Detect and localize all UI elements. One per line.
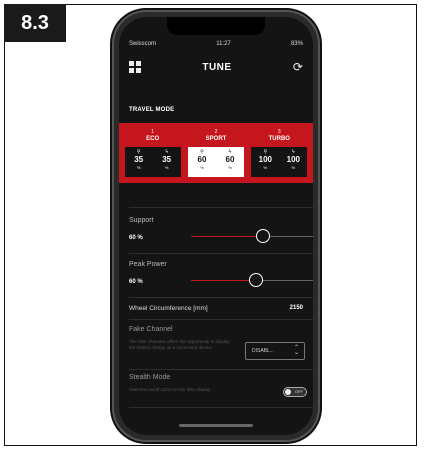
mode-values: ⚲ 35% ϟ 35% <box>124 147 181 177</box>
mode-values: ⚲ 60% ϟ 60% <box>187 147 244 177</box>
peak-value: 60 <box>225 155 235 164</box>
stealth-mode-description: Switches on/off LEDs on the bike display <box>129 387 211 392</box>
unit-label: % <box>228 165 232 170</box>
support-slider-track[interactable] <box>263 236 313 237</box>
nav-bar: TUNE ⟳ <box>129 59 303 75</box>
clock-label: 11:27 <box>216 41 231 47</box>
mode-name: TURBO <box>268 136 290 142</box>
app-screen: Swisscom 11:27 83% TUNE ⟳ TRAVEL MODE 1 … <box>119 17 313 435</box>
unit-label: % <box>164 165 169 170</box>
mode-values: ⚲ 100% ϟ 100% <box>251 147 308 177</box>
support-label: Support <box>129 217 154 224</box>
unit-label: % <box>291 165 296 170</box>
unit-label: % <box>136 165 141 170</box>
unit-label: % <box>263 165 268 170</box>
travel-mode-selector: 1 ECO ⚲ 35% ϟ 35% 2 SPORT ⚲ 60% ϟ 60% 3 TURB… <box>119 123 313 183</box>
toggle-knob <box>285 389 291 395</box>
battery-label: 83% <box>290 41 303 47</box>
chevron-updown-icon: ⌃ ⌄ <box>293 345 299 356</box>
phone-frame: Swisscom 11:27 83% TUNE ⟳ TRAVEL MODE 1 … <box>112 10 320 442</box>
unit-label: % <box>200 165 204 170</box>
grid-icon[interactable] <box>129 61 141 73</box>
support-slider-handle[interactable] <box>256 229 270 243</box>
support-value: 100 <box>258 155 272 164</box>
support-slider-fill <box>191 236 263 237</box>
wheel-circumference-label: Wheel Circumference [mm] <box>129 305 208 312</box>
mode-name: SPORT <box>205 136 227 142</box>
carrier-label: Swisscom <box>129 41 157 47</box>
mode-sport[interactable]: 2 SPORT ⚲ 60% ϟ 60% <box>184 127 247 179</box>
support-value: 60 <box>197 155 207 164</box>
toggle-state-label: OFF <box>295 389 303 394</box>
peak-power-slider-fill <box>191 280 256 281</box>
divider <box>129 297 313 298</box>
travel-mode-header: TRAVEL MODE <box>129 107 175 113</box>
status-bar: Swisscom 11:27 83% <box>129 41 303 51</box>
divider <box>129 319 313 320</box>
peak-power-slider-handle[interactable] <box>249 273 263 287</box>
peak-power-label: Peak Power <box>129 261 167 268</box>
mode-number: 1 <box>151 129 155 135</box>
home-indicator <box>179 424 253 427</box>
peak-power-value-label: 60 % <box>129 279 143 285</box>
divider <box>129 369 313 370</box>
mode-eco[interactable]: 1 ECO ⚲ 35% ϟ 35% <box>121 127 184 179</box>
mode-name: ECO <box>146 136 160 142</box>
support-value: 35 <box>134 155 144 164</box>
mode-number: 3 <box>277 129 281 135</box>
fake-channel-label: Fake Channel <box>129 326 173 333</box>
mode-number: 2 <box>214 129 218 135</box>
fake-channel-selected: DISABL... <box>252 348 274 354</box>
refresh-icon[interactable]: ⟳ <box>293 61 303 73</box>
divider <box>129 207 313 208</box>
figure-label: 8.3 <box>4 4 66 42</box>
page-title: TUNE <box>202 61 232 73</box>
mode-turbo[interactable]: 3 TURBO ⚲ 100% ϟ 100% <box>248 127 311 179</box>
fake-channel-select[interactable]: DISABL... ⌃ ⌄ <box>245 342 305 360</box>
support-value-label: 60 % <box>129 235 143 241</box>
divider <box>129 407 313 408</box>
peak-value: 100 <box>286 155 300 164</box>
divider <box>129 253 313 254</box>
fake-channel-description: The fake channels offers the opportunity… <box>129 339 230 350</box>
peak-power-slider-track[interactable] <box>256 280 313 281</box>
stealth-mode-toggle[interactable]: OFF <box>283 387 307 397</box>
phone-notch <box>167 17 265 35</box>
wheel-circumference-value[interactable]: 2150 <box>290 305 303 311</box>
peak-value: 35 <box>162 155 172 164</box>
stealth-mode-label: Stealth Mode <box>129 374 171 381</box>
